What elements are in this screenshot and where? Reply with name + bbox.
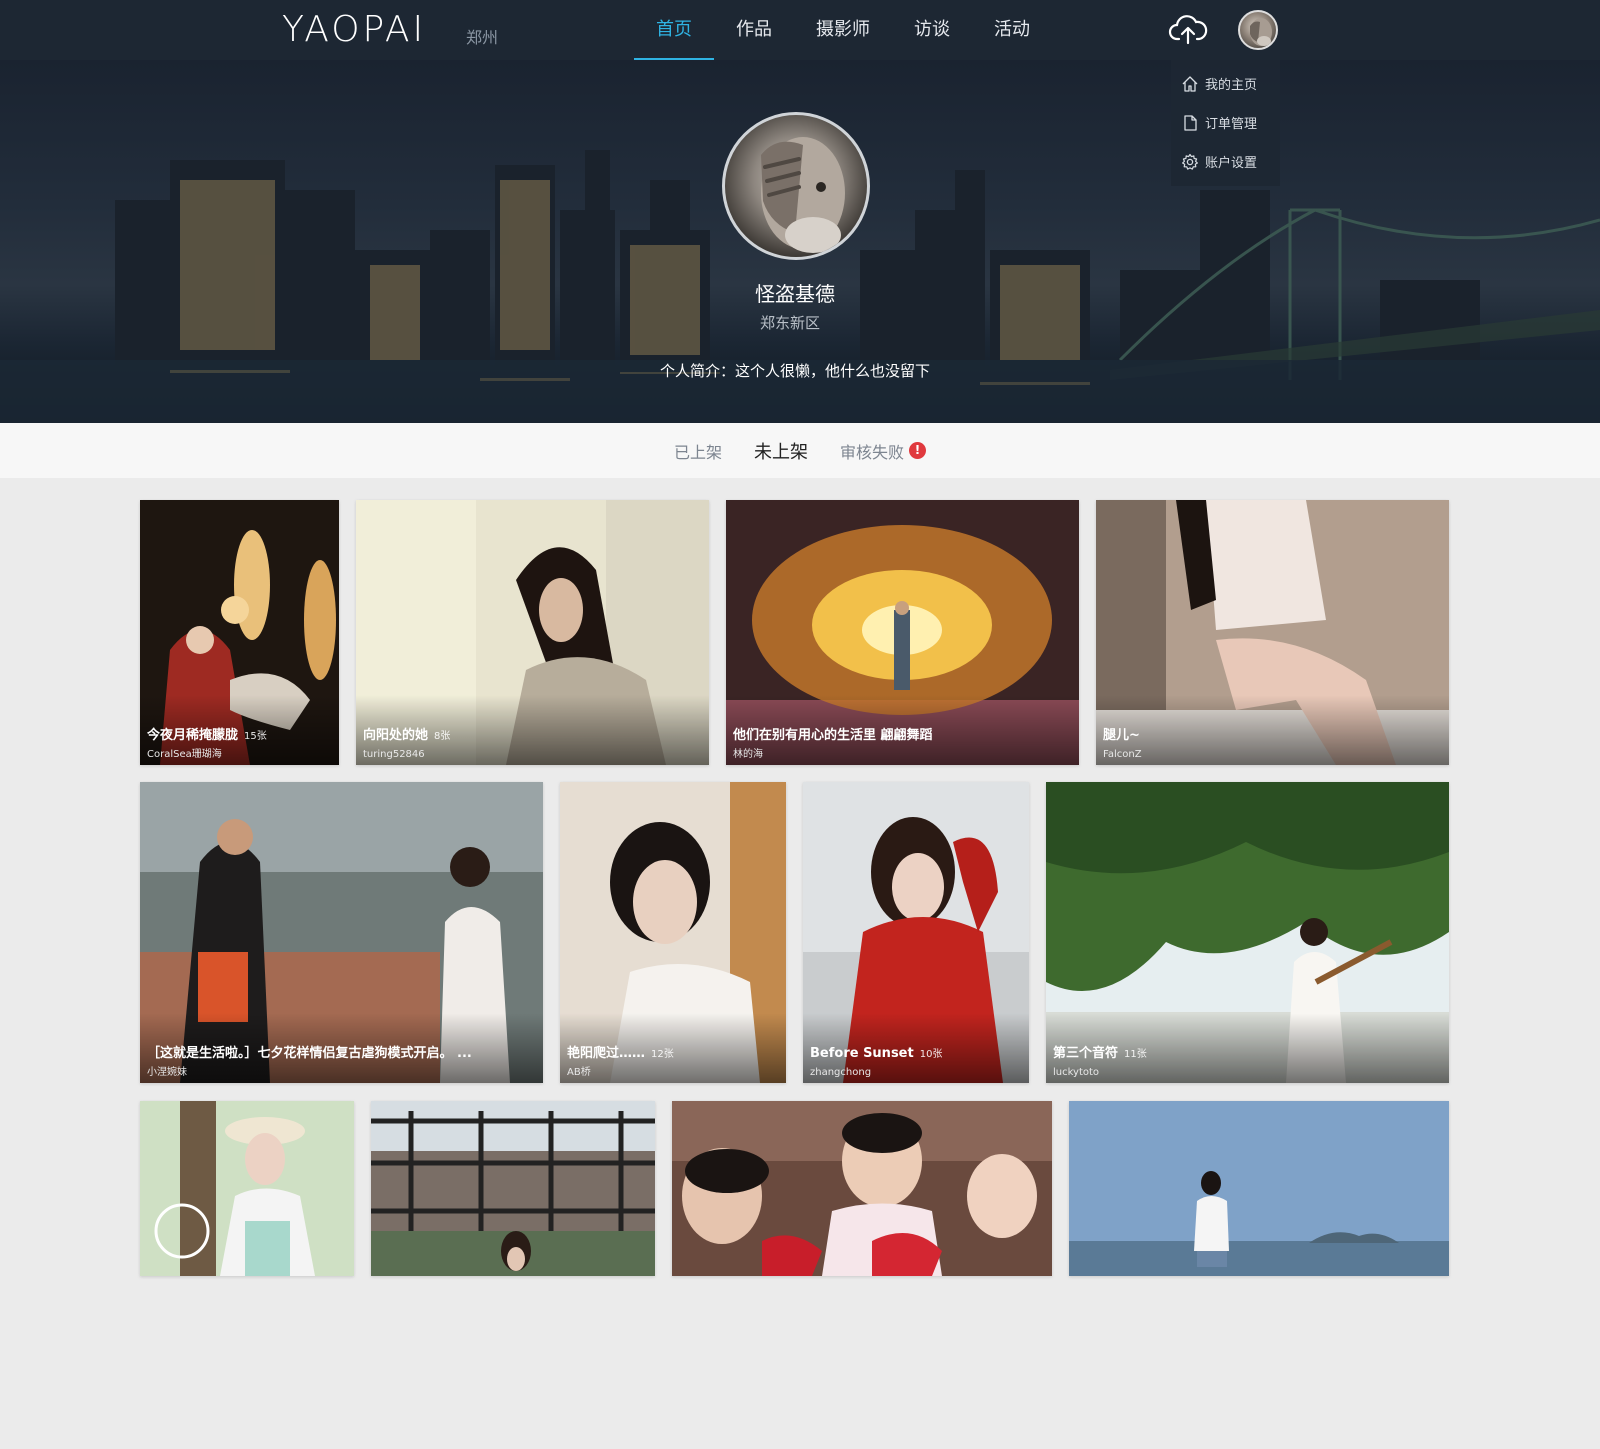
album-card[interactable]: 向阳处的她 8张 turing52846 bbox=[356, 500, 709, 765]
album-title-text: Before Sunset bbox=[810, 1046, 914, 1061]
album-cover-image bbox=[371, 1101, 655, 1276]
album-card[interactable]: 艳阳爬过…… 12张 AB桥 bbox=[560, 782, 786, 1083]
tab-published[interactable]: 已上架 bbox=[674, 439, 722, 463]
album-card[interactable] bbox=[1069, 1101, 1449, 1276]
album-card[interactable] bbox=[672, 1101, 1052, 1276]
album-card[interactable]: ［这就是生活啦。］七夕花样情侣复古虐狗模式开启。 ... 小涅婉妹 bbox=[140, 782, 543, 1083]
album-title: ［这就是生活啦。］七夕花样情侣复古虐狗模式开启。 ... bbox=[147, 1042, 478, 1061]
home-icon bbox=[1182, 75, 1198, 92]
album-card[interactable] bbox=[371, 1101, 655, 1276]
profile-area: 郑东新区 bbox=[759, 314, 820, 332]
photo-count: 8张 bbox=[434, 731, 451, 742]
photo-count: 10张 bbox=[919, 1049, 943, 1060]
gear-icon bbox=[1182, 153, 1198, 170]
menu-my-homepage[interactable]: 我的主页 bbox=[1171, 64, 1280, 103]
album-title: 艳阳爬过…… 12张 bbox=[567, 1042, 674, 1061]
album-title-text: ［这就是生活啦。］七夕花样情侣复古虐狗模式开启。 ... bbox=[147, 1046, 472, 1061]
album-card[interactable]: 腿儿~ FalconZ bbox=[1096, 500, 1449, 765]
tab-review-failed[interactable]: 审核失败 ! bbox=[840, 439, 927, 463]
album-status-tabs: 已上架 未上架 审核失败 ! bbox=[0, 423, 1600, 478]
album-card[interactable]: Before Sunset 10张 zhangchong bbox=[803, 782, 1029, 1083]
nav-interviews[interactable]: 访谈 bbox=[892, 0, 972, 60]
album-title: Before Sunset 10张 bbox=[810, 1045, 942, 1061]
tab-unpublished-label: 未上架 bbox=[754, 441, 808, 463]
user-menu-dropdown: 我的主页 订单管理 账户设置 bbox=[1171, 60, 1280, 186]
profile-name: 怪盗基德 bbox=[755, 282, 835, 306]
menu-account-settings-label: 账户设置 bbox=[1205, 156, 1258, 171]
album-title: 腿儿~ bbox=[1103, 724, 1146, 743]
photo-count: 15张 bbox=[244, 731, 267, 742]
album-cover-image bbox=[1069, 1101, 1449, 1276]
cloud-upload-icon[interactable] bbox=[1168, 14, 1208, 46]
album-title: 向阳处的她 8张 bbox=[363, 724, 450, 743]
tab-review-failed-label: 审核失败 bbox=[840, 442, 905, 462]
album-author: luckytoto bbox=[1053, 1067, 1100, 1078]
photo-count: 11张 bbox=[1124, 1049, 1147, 1060]
photo-count: 12张 bbox=[651, 1049, 674, 1060]
album-title-text: 今夜月稀掩朦胧 bbox=[147, 728, 239, 743]
album-card[interactable]: 他们在别有用心的生活里 翩翩舞蹈 林的海 bbox=[726, 500, 1079, 765]
album-card[interactable]: 今夜月稀掩朦胧 15张 CoralSea珊瑚海 bbox=[140, 500, 339, 765]
caption-overlay bbox=[1096, 695, 1449, 765]
nav-home[interactable]: 首页 bbox=[634, 0, 714, 60]
menu-order-management-label: 订单管理 bbox=[1205, 117, 1258, 132]
user-avatar[interactable] bbox=[1238, 10, 1278, 50]
album-author: 林的海 bbox=[733, 749, 763, 760]
album-title-text: 他们在别有用心的生活里 翩翩舞蹈 bbox=[733, 728, 933, 743]
album-card[interactable]: 第三个音符 11张 luckytoto bbox=[1046, 782, 1449, 1083]
nav-photographers[interactable]: 摄影师 bbox=[794, 0, 892, 60]
album-title-text: 向阳处的她 bbox=[363, 728, 429, 743]
top-navigation-bar: YAOPAI 郑州 首页 作品 摄影师 访谈 活动 bbox=[0, 0, 1600, 60]
album-author: AB桥 bbox=[567, 1067, 591, 1078]
album-author: 小涅婉妹 bbox=[147, 1067, 187, 1078]
album-title-text: 腿儿~ bbox=[1103, 728, 1140, 743]
album-author: FalconZ bbox=[1103, 749, 1142, 760]
album-title-text: 第三个音符 bbox=[1053, 1046, 1119, 1061]
nav-works[interactable]: 作品 bbox=[714, 0, 794, 60]
album-cover-image bbox=[672, 1101, 1052, 1276]
album-title: 今夜月稀掩朦胧 15张 bbox=[147, 724, 267, 743]
site-logo[interactable]: YAOPAI bbox=[282, 10, 426, 50]
menu-my-homepage-label: 我的主页 bbox=[1205, 78, 1258, 93]
menu-account-settings[interactable]: 账户设置 bbox=[1171, 142, 1280, 181]
album-title: 他们在别有用心的生活里 翩翩舞蹈 bbox=[733, 724, 939, 743]
nav-activities[interactable]: 活动 bbox=[972, 0, 1052, 60]
main-nav: 首页 作品 摄影师 访谈 活动 bbox=[634, 0, 1052, 60]
album-title-text: 艳阳爬过…… bbox=[567, 1046, 646, 1061]
album-card[interactable] bbox=[140, 1101, 354, 1276]
document-icon bbox=[1184, 114, 1197, 131]
album-author: CoralSea珊瑚海 bbox=[147, 749, 222, 760]
city-selector[interactable]: 郑州 bbox=[466, 24, 498, 48]
alert-icon: ! bbox=[909, 442, 927, 459]
menu-order-management[interactable]: 订单管理 bbox=[1171, 103, 1280, 142]
album-author: turing52846 bbox=[363, 749, 425, 760]
album-title: 第三个音符 11张 bbox=[1053, 1042, 1147, 1061]
profile-bio: 个人简介：这个人很懒，他什么也没留下 bbox=[659, 362, 930, 380]
album-author: zhangchong bbox=[810, 1067, 872, 1078]
profile-avatar bbox=[722, 112, 870, 260]
tab-unpublished[interactable]: 未上架 bbox=[754, 438, 808, 464]
profile-banner: 怪盗基德 郑东新区 个人简介：这个人很懒，他什么也没留下 bbox=[0, 60, 1600, 423]
tab-published-label: 已上架 bbox=[673, 442, 722, 462]
album-cover-image bbox=[140, 1101, 354, 1276]
